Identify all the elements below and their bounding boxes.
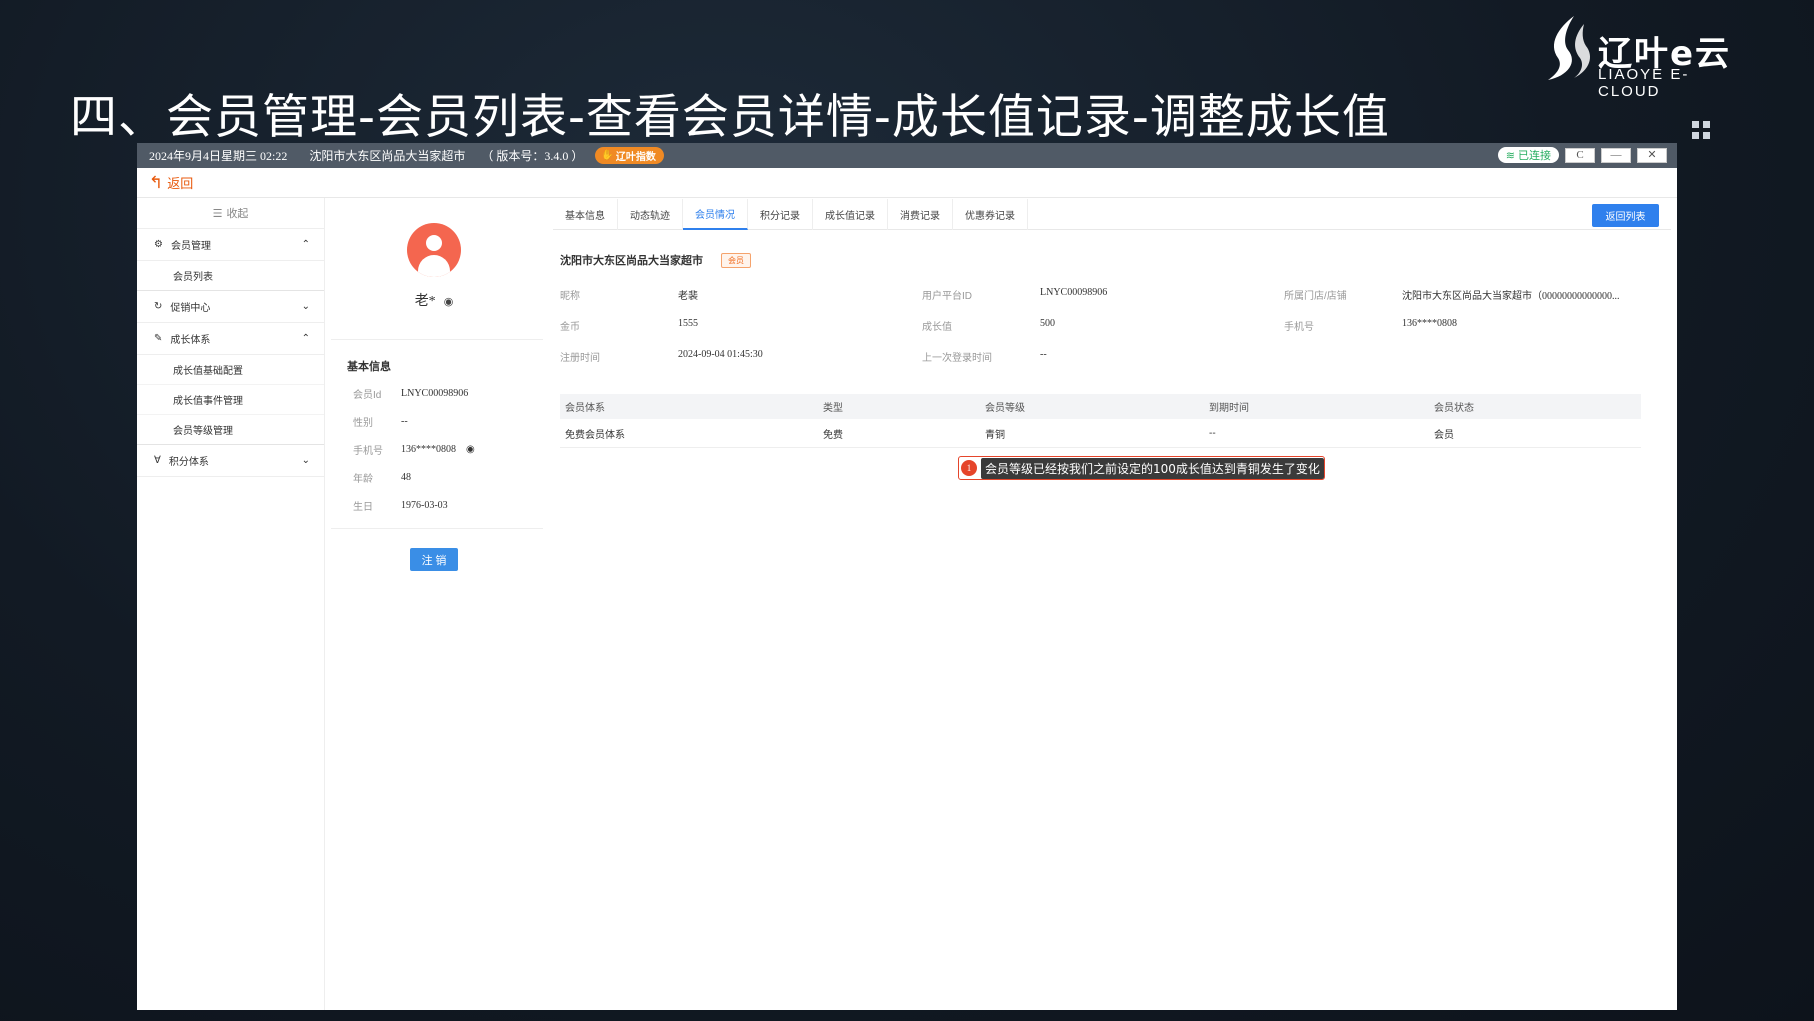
- annotation-text: 会员等级已经按我们之前设定的100成长值达到青铜发生了变化: [981, 457, 1324, 479]
- store-name: 沈阳市大东区尚品大当家超市: [309, 149, 466, 163]
- annotation-number: 1: [961, 460, 977, 476]
- field-phone: 手机号 136****0808 ◉: [353, 444, 475, 457]
- refresh-icon: ↻: [154, 301, 163, 312]
- filter-icon: ∀: [154, 455, 161, 466]
- refresh-button[interactable]: C: [1565, 147, 1595, 163]
- field-gender: 性别 --: [353, 416, 408, 429]
- liaoye-index-badge[interactable]: ✋ 辽叶指数: [595, 147, 664, 164]
- field-member-id: 会员Id LNYC00098906: [353, 388, 469, 401]
- member-name: 老* ◉: [414, 294, 454, 309]
- datetime: 2024年9月4日星期三 02:22: [149, 149, 288, 163]
- sidebar-group-promotion[interactable]: ↻ 促销中心 ⌄: [137, 291, 324, 323]
- sidebar-item-growth-events[interactable]: 成长值事件管理: [137, 385, 324, 415]
- slide-title: 四、会员管理-会员列表-查看会员详情-成长值记录-调整成长值: [70, 90, 1390, 145]
- tab-coupons[interactable]: 优惠券记录: [953, 199, 1028, 230]
- sidebar-group-points[interactable]: ∀ 积分体系 ⌄: [137, 445, 324, 477]
- chevron-up-icon: ⌃: [301, 239, 310, 250]
- version: （ 版本号：3.4.0 ）: [481, 149, 584, 163]
- back-link[interactable]: ↰ 返回: [137, 168, 1677, 198]
- chevron-down-icon: ⌄: [301, 455, 310, 466]
- tab-points[interactable]: 积分记录: [748, 199, 813, 230]
- profile-panel: 老* ◉ 基本信息 会员Id LNYC00098906 性别 -- 手机号 136**…: [325, 198, 543, 1010]
- eye-icon[interactable]: ◉: [466, 444, 475, 455]
- info-shop: 所属门店/店铺 沈阳市大东区尚品大当家超市（00000000000000...: [1284, 291, 1620, 302]
- tab-member-status[interactable]: 会员情况: [683, 199, 748, 230]
- sidebar-group-growth[interactable]: ✎ 成长体系 ⌃: [137, 323, 324, 355]
- menu-icon: ☰: [212, 207, 223, 220]
- field-birthday: 生日 1976-03-03: [353, 500, 448, 513]
- tab-basic-info[interactable]: 基本信息: [553, 199, 618, 230]
- logout-button[interactable]: 注 销: [410, 548, 458, 571]
- info-coin: 金币 1555: [560, 318, 698, 333]
- sidebar-item-member-list[interactable]: 会员列表: [137, 261, 324, 291]
- sidebar-group-member[interactable]: ⚙ 会员管理 ⌃: [137, 229, 324, 261]
- sidebar: ☰ 收起 ⚙ 会员管理 ⌃ 会员列表 ↻ 促销中心 ⌄ ✎ 成长体系 ⌃ 成长值…: [137, 198, 325, 1010]
- brand-logo: 辽叶e云 LIAOYE E-CLOUD: [1538, 14, 1738, 100]
- brand-name-en: LIAOYE E-CLOUD: [1598, 66, 1690, 100]
- basic-info-title: 基本信息: [347, 361, 391, 373]
- table-header: 会员体系 类型 会员等级 到期时间 会员状态: [560, 394, 1641, 419]
- annotation-callout: 1 会员等级已经按我们之前设定的100成长值达到青铜发生了变化: [958, 456, 1325, 480]
- sidebar-item-member-levels[interactable]: 会员等级管理: [137, 415, 324, 445]
- chevron-down-icon: ⌄: [301, 301, 310, 312]
- avatar: [407, 223, 461, 277]
- store-header: 沈阳市大东区尚品大当家超市 会员: [560, 252, 751, 268]
- info-register-time: 注册时间 2024-09-04 01:45:30: [560, 349, 763, 364]
- membership-table: 会员体系 类型 会员等级 到期时间 会员状态 免费会员体系 免费 青铜 -- 会…: [560, 394, 1641, 448]
- tab-consumption[interactable]: 消费记录: [888, 199, 953, 230]
- table-row: 免费会员体系 免费 青铜 -- 会员: [560, 419, 1641, 448]
- app-window: 2024年9月4日星期三 02:22 沈阳市大东区尚品大当家超市 （ 版本号：3…: [137, 143, 1677, 1010]
- main-panel: 基本信息 动态轨迹 会员情况 积分记录 成长值记录 消费记录 优惠券记录 返回列…: [543, 198, 1677, 1010]
- tab-activity[interactable]: 动态轨迹: [618, 199, 683, 230]
- sidebar-collapse[interactable]: ☰ 收起: [137, 198, 324, 229]
- minimize-button[interactable]: —: [1601, 147, 1631, 163]
- corner-dots-icon: [1692, 121, 1712, 141]
- info-growth: 成长值 500: [922, 318, 1055, 333]
- return-list-button[interactable]: 返回列表: [1592, 204, 1659, 227]
- member-tag: 会员: [721, 252, 751, 268]
- growth-icon: ✎: [154, 333, 163, 344]
- sidebar-item-growth-config[interactable]: 成长值基础配置: [137, 355, 324, 385]
- detail-tabs: 基本信息 动态轨迹 会员情况 积分记录 成长值记录 消费记录 优惠券记录: [553, 199, 1671, 230]
- field-age: 年龄 48: [353, 472, 411, 485]
- leaf-logo-icon: [1548, 16, 1590, 80]
- wifi-icon: ≋: [1505, 149, 1515, 162]
- hand-icon: ✋: [601, 150, 614, 161]
- chevron-up-icon: ⌃: [301, 333, 310, 344]
- info-phone: 手机号 136****0808: [1284, 318, 1457, 333]
- back-arrow-icon: ↰: [149, 173, 164, 192]
- connection-status: ≋ 已连接: [1497, 147, 1559, 163]
- title-bar: 2024年9月4日星期三 02:22 沈阳市大东区尚品大当家超市 （ 版本号：3…: [137, 143, 1677, 168]
- info-last-login: 上一次登录时间 --: [922, 349, 1047, 364]
- gear-icon: ⚙: [154, 239, 163, 250]
- info-platform-id: 用户平台ID LNYC00098906: [922, 287, 1108, 302]
- tab-growth[interactable]: 成长值记录: [813, 199, 888, 230]
- info-nickname: 昵称 老裴: [560, 291, 698, 302]
- close-button[interactable]: ✕: [1637, 147, 1667, 163]
- eye-icon[interactable]: ◉: [444, 296, 454, 308]
